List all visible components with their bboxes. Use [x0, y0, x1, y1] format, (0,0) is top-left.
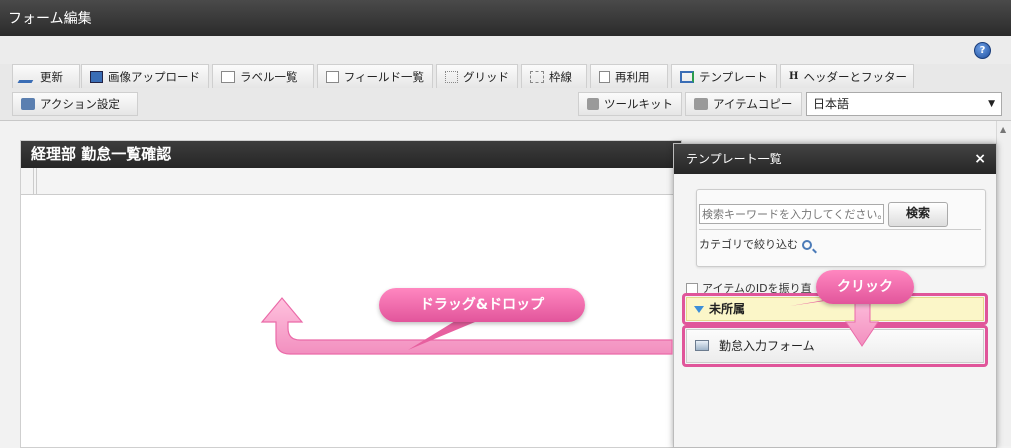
header-footer-button[interactable]: H ヘッダーとフッター — [780, 64, 914, 88]
toolbox-icon — [587, 98, 599, 110]
divider — [699, 229, 981, 230]
scroll-up-icon[interactable]: ▲ — [1000, 125, 1006, 134]
toolkit-button[interactable]: ツールキット — [578, 92, 682, 116]
form-template-icon — [695, 340, 709, 351]
item-copy-icon — [694, 98, 708, 110]
action-settings-icon — [21, 98, 35, 110]
vertical-scrollbar[interactable]: ▲ — [996, 121, 1011, 446]
help-icon[interactable]: ? — [974, 42, 991, 59]
form-canvas[interactable]: 経理部 勤怠一覧確認 — [20, 140, 682, 448]
drag-drop-callout: ドラッグ&ドロップ — [379, 288, 585, 322]
label-list-button[interactable]: ラベル一覧 — [212, 64, 314, 88]
toolbar: 更新 画像アップロード ラベル一覧 フィールド一覧 グリッド 枠線 再利用 テン… — [0, 64, 1011, 121]
expand-triangle-icon — [694, 306, 704, 313]
window-titlebar: フォーム編集 — [0, 0, 1011, 36]
info-bar: ? — [0, 36, 1011, 65]
category-filter-link[interactable]: カテゴリで絞り込む — [699, 236, 812, 252]
pencil-icon — [17, 70, 39, 83]
item-copy-button[interactable]: アイテムコピー — [685, 92, 802, 116]
panel-header: テンプレート一覧 × — [674, 144, 996, 174]
border-icon — [530, 70, 544, 83]
panel-title: テンプレート一覧 — [686, 152, 782, 166]
search-box: 検索 カテゴリで絞り込む — [696, 189, 986, 267]
template-icon — [680, 70, 694, 83]
language-select[interactable]: 日本語 ▼ — [806, 92, 1002, 116]
image-upload-icon — [90, 70, 103, 83]
header-footer-icon: H — [789, 71, 799, 82]
form-ruler — [21, 168, 681, 195]
image-upload-button[interactable]: 画像アップロード — [81, 64, 209, 88]
search-button[interactable]: 検索 — [888, 202, 948, 227]
action-settings-button[interactable]: アクション設定 — [12, 92, 138, 116]
field-list-button[interactable]: フィールド一覧 — [317, 64, 433, 88]
template-button[interactable]: テンプレート — [671, 64, 777, 88]
grid-icon — [445, 70, 458, 83]
window-title: フォーム編集 — [8, 11, 92, 27]
border-button[interactable]: 枠線 — [521, 64, 587, 88]
close-icon[interactable]: × — [974, 144, 986, 174]
update-button[interactable]: 更新 — [12, 64, 80, 88]
grid-button[interactable]: グリッド — [436, 64, 518, 88]
template-item[interactable]: 勤怠入力フォーム — [686, 329, 984, 363]
form-title: 経理部 勤怠一覧確認 — [21, 141, 681, 168]
search-icon — [802, 240, 812, 250]
reuse-button[interactable]: 再利用 — [590, 64, 668, 88]
label-list-icon — [221, 70, 235, 83]
search-input[interactable] — [699, 204, 884, 224]
click-callout: クリック — [816, 270, 914, 304]
chevron-down-icon: ▼ — [988, 99, 995, 109]
reuse-icon — [599, 70, 610, 83]
field-list-icon — [326, 70, 339, 83]
